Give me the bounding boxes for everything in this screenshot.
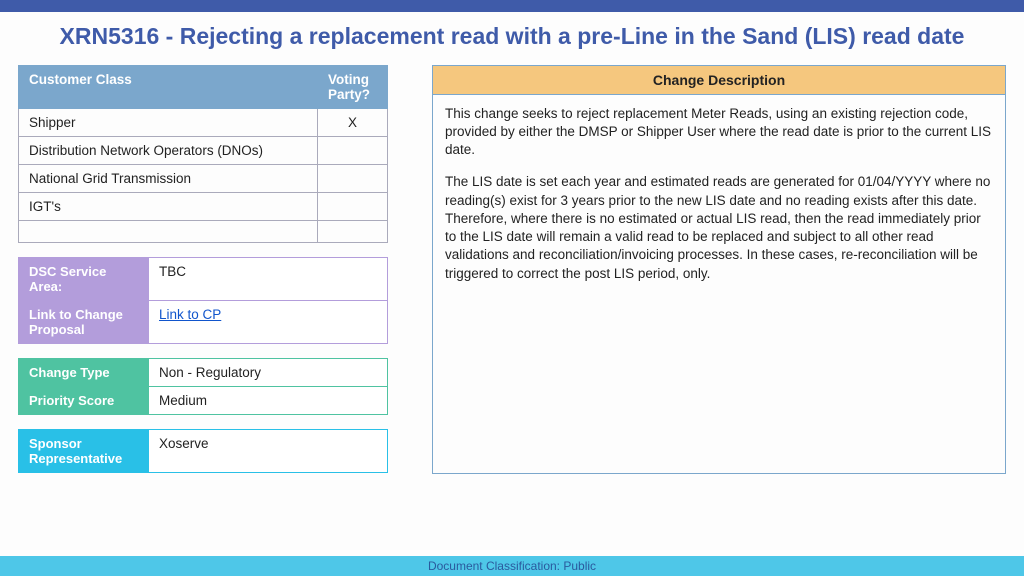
change-type-value: Non - Regulatory bbox=[149, 358, 388, 386]
cell-class: IGT's bbox=[19, 192, 318, 220]
content-area: Customer Class Voting Party? Shipper X D… bbox=[0, 65, 1024, 474]
dsc-table: DSC Service Area: TBC Link to Change Pro… bbox=[18, 257, 388, 344]
customer-class-table: Customer Class Voting Party? Shipper X D… bbox=[18, 65, 388, 243]
cell-class: Shipper bbox=[19, 108, 318, 136]
change-description-box: Change Description This change seeks to … bbox=[432, 65, 1006, 474]
cell-class: National Grid Transmission bbox=[19, 164, 318, 192]
change-description-header: Change Description bbox=[433, 66, 1005, 95]
link-to-cp-cell: Link to CP bbox=[149, 300, 388, 343]
sponsor-table: Sponsor Representative Xoserve bbox=[18, 429, 388, 473]
header-voting-party: Voting Party? bbox=[318, 65, 388, 108]
header-customer-class: Customer Class bbox=[19, 65, 318, 108]
table-row: Shipper X bbox=[19, 108, 388, 136]
cell-class: Distribution Network Operators (DNOs) bbox=[19, 136, 318, 164]
priority-score-label: Priority Score bbox=[19, 386, 149, 414]
footer-classification: Document Classification: Public bbox=[0, 556, 1024, 576]
dsc-service-area-label: DSC Service Area: bbox=[19, 257, 149, 300]
cell-vote bbox=[318, 192, 388, 220]
link-to-cp-label: Link to Change Proposal bbox=[19, 300, 149, 343]
change-type-table: Change Type Non - Regulatory Priority Sc… bbox=[18, 358, 388, 415]
left-column: Customer Class Voting Party? Shipper X D… bbox=[18, 65, 388, 474]
right-column: Change Description This change seeks to … bbox=[432, 65, 1006, 474]
top-bar bbox=[0, 0, 1024, 12]
sponsor-rep-value: Xoserve bbox=[149, 429, 388, 472]
description-p2: The LIS date is set each year and estima… bbox=[445, 173, 993, 282]
table-row: IGT's bbox=[19, 192, 388, 220]
link-to-cp[interactable]: Link to CP bbox=[159, 307, 221, 322]
table-row: Distribution Network Operators (DNOs) bbox=[19, 136, 388, 164]
description-p1: This change seeks to reject replacement … bbox=[445, 105, 993, 160]
page-title: XRN5316 - Rejecting a replacement read w… bbox=[0, 12, 1024, 65]
cell-vote: X bbox=[318, 108, 388, 136]
dsc-service-area-value: TBC bbox=[149, 257, 388, 300]
table-row-empty bbox=[19, 220, 388, 242]
cell-vote bbox=[318, 164, 388, 192]
change-description-body: This change seeks to reject replacement … bbox=[433, 95, 1005, 473]
priority-score-value: Medium bbox=[149, 386, 388, 414]
change-type-label: Change Type bbox=[19, 358, 149, 386]
sponsor-rep-label: Sponsor Representative bbox=[19, 429, 149, 472]
table-row: National Grid Transmission bbox=[19, 164, 388, 192]
cell-vote bbox=[318, 136, 388, 164]
